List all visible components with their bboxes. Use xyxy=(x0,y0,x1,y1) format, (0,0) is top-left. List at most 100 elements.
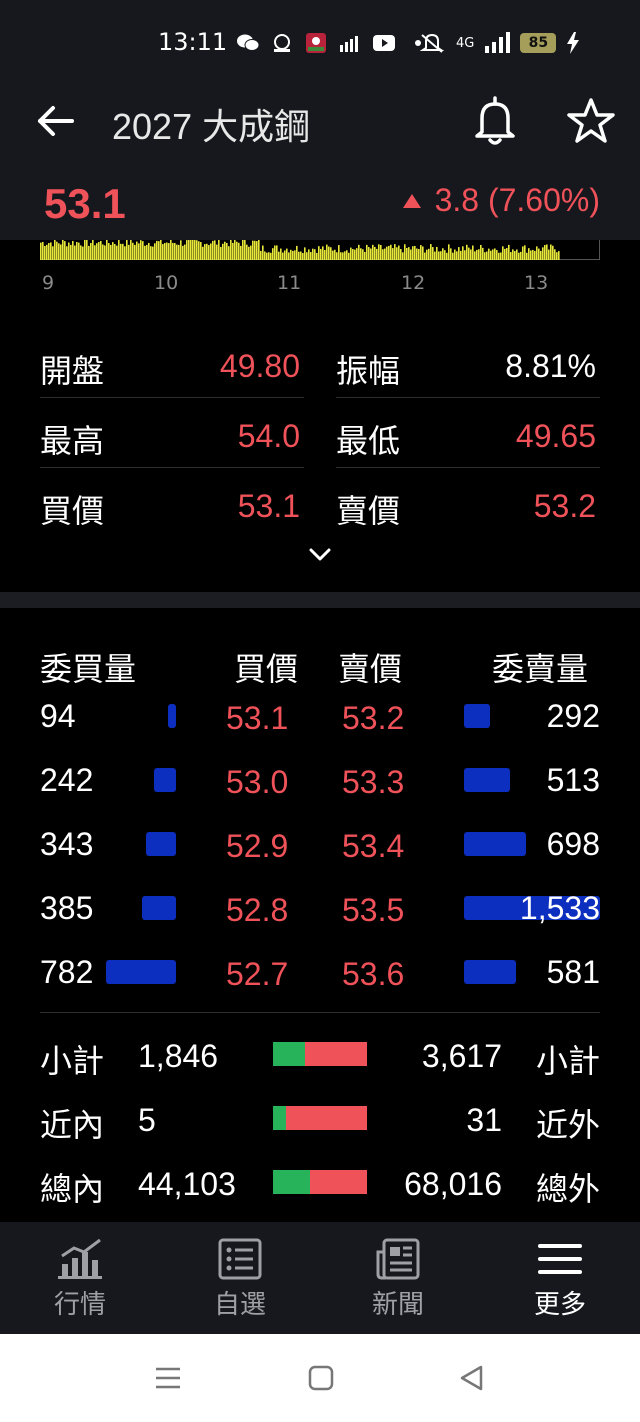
volume-bar xyxy=(382,249,384,260)
volume-bar xyxy=(86,240,88,260)
volume-bar xyxy=(300,251,302,260)
volume-bar xyxy=(236,241,238,260)
volume-bar xyxy=(336,252,338,260)
volume-bar xyxy=(448,244,450,260)
volume-bar xyxy=(484,252,486,260)
chevron-down-icon[interactable] xyxy=(306,544,334,564)
star-icon[interactable] xyxy=(566,96,616,146)
wechat-icon xyxy=(237,34,260,51)
bid-price: 52.9 xyxy=(226,828,289,864)
volume-bar xyxy=(70,244,72,260)
status-time: 13:11 xyxy=(158,28,228,56)
volume-bar xyxy=(424,252,426,260)
volume-bar xyxy=(502,246,504,260)
volume-bar xyxy=(68,242,70,260)
volume-bar xyxy=(504,248,506,260)
ask-qty: 698 xyxy=(546,826,600,862)
volume-bar xyxy=(120,243,122,260)
header-ask-price: 賣價 xyxy=(338,650,403,688)
volume-bar xyxy=(492,249,494,260)
time-axis: 9 10 11 12 13 xyxy=(0,272,640,296)
volume-bar xyxy=(248,246,250,260)
tab-more[interactable]: 更多 xyxy=(500,1222,620,1334)
volume-bar xyxy=(178,244,180,260)
hamburger-menu-icon xyxy=(538,1244,582,1274)
volume-bar xyxy=(538,248,540,260)
volume-bar xyxy=(274,245,276,260)
volume-bar xyxy=(140,240,142,260)
volume-bar xyxy=(150,246,152,260)
volume-bar xyxy=(526,252,528,260)
volume-bar xyxy=(72,240,74,260)
volume-bar xyxy=(512,249,514,260)
bid-qty: 94 xyxy=(40,698,76,734)
ask-qty: 292 xyxy=(546,698,600,734)
volume-bar xyxy=(394,244,396,260)
volume-bar xyxy=(226,243,228,260)
volume-bar xyxy=(364,251,366,260)
volume-bar xyxy=(136,241,138,260)
volume-bar xyxy=(310,252,312,260)
ask-qty: 1,533 xyxy=(519,890,600,926)
home-icon[interactable] xyxy=(307,1364,335,1392)
recent-apps-icon[interactable] xyxy=(154,1364,182,1392)
volume-bar xyxy=(460,250,462,260)
tab-news[interactable]: 新聞 xyxy=(338,1222,458,1334)
volume-bar xyxy=(534,250,536,260)
bid-qty-bar xyxy=(154,768,176,792)
stat-high: 最高 54.0 xyxy=(40,402,304,468)
volume-bar xyxy=(212,240,214,260)
ask-qty-bar xyxy=(464,704,490,728)
volume-bar xyxy=(90,243,92,260)
ask-price: 53.3 xyxy=(342,764,405,800)
volume-bar xyxy=(210,243,212,260)
volume-bar xyxy=(314,249,316,260)
volume-bar xyxy=(254,240,256,260)
back-arrow-icon[interactable] xyxy=(36,104,76,138)
volume-bar xyxy=(160,240,162,260)
volume-bar xyxy=(532,249,534,260)
stock-header: 2027 大成鋼 53.1 3.8 (7.60%) xyxy=(0,86,640,240)
volume-bar xyxy=(438,251,440,260)
volume-bar xyxy=(234,240,236,260)
back-nav-icon[interactable] xyxy=(458,1364,486,1392)
volume-bar xyxy=(204,244,206,260)
system-navigation-bar xyxy=(0,1334,640,1422)
volume-bar xyxy=(332,250,334,260)
header-bid-price: 買價 xyxy=(234,650,299,688)
time-tick: 9 xyxy=(42,272,55,294)
volume-bar xyxy=(302,252,304,260)
volume-bar xyxy=(290,249,292,260)
volume-bar xyxy=(352,249,354,260)
volume-bar xyxy=(188,240,190,260)
volume-bar xyxy=(172,242,174,260)
volume-bar xyxy=(40,242,42,260)
volume-bar xyxy=(446,252,448,260)
price-change: 3.8 (7.60%) xyxy=(402,182,600,219)
volume-bar xyxy=(410,249,412,260)
tab-watchlist[interactable]: 自選 xyxy=(180,1222,300,1334)
volume-bar xyxy=(378,244,380,260)
volume-bar xyxy=(350,247,352,260)
volume-bar xyxy=(262,245,264,260)
orderbook-row: 242 53.0 53.3 513 xyxy=(0,762,640,826)
tab-market[interactable]: 行情 xyxy=(20,1222,140,1334)
volume-bar xyxy=(142,241,144,260)
volume-bar xyxy=(478,249,480,260)
volume-bar xyxy=(370,248,372,260)
volume-bar xyxy=(192,240,194,260)
volume-bar xyxy=(338,245,340,260)
bell-icon[interactable] xyxy=(472,96,518,146)
volume-bar xyxy=(404,244,406,260)
status-bar: 13:11 4G 85 xyxy=(0,0,640,86)
volume-bar xyxy=(126,240,128,260)
bid-qty: 782 xyxy=(40,954,94,990)
volume-bar xyxy=(74,245,76,260)
volume-bar xyxy=(132,242,134,260)
volume-bar xyxy=(490,250,492,260)
volume-bar xyxy=(434,251,436,260)
volume-bar xyxy=(296,245,298,260)
volume-bar xyxy=(240,245,242,260)
volume-bar xyxy=(480,244,482,260)
volume-bar xyxy=(342,252,344,260)
